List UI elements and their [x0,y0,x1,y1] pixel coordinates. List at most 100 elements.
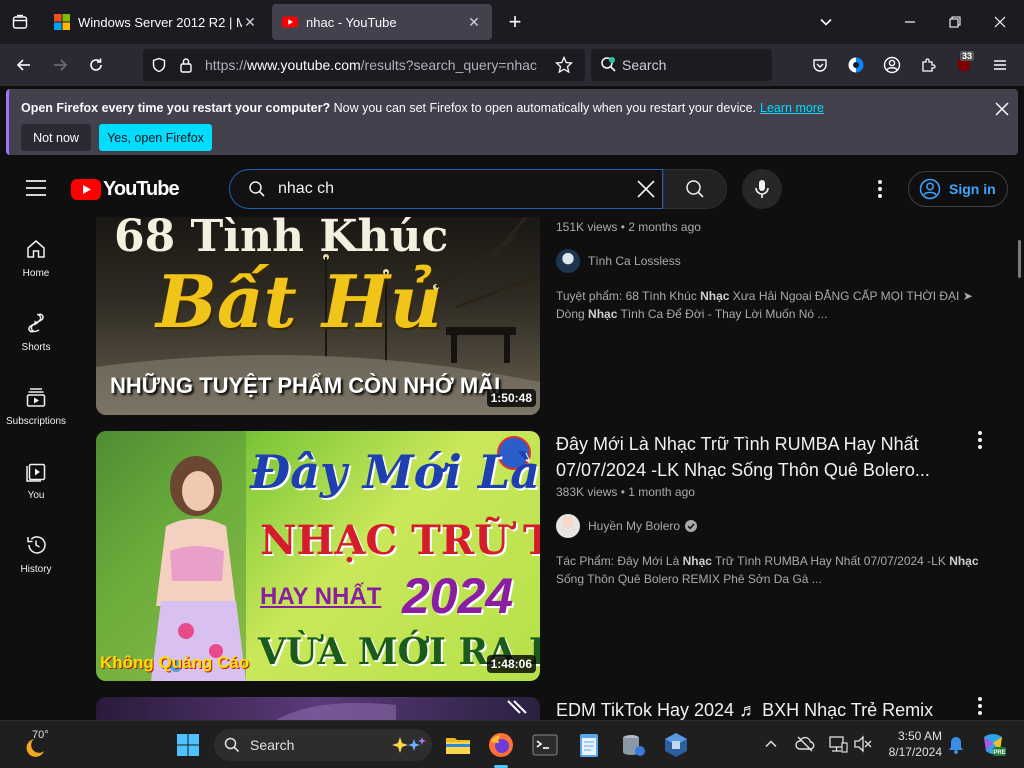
voice-search-button[interactable] [742,169,782,209]
clear-search-icon[interactable] [636,179,656,204]
database-tool-icon[interactable] [619,731,647,759]
video-description: Tuyệt phẩm: 68 Tình Khúc Nhạc Xưa Hải Ng… [556,287,996,323]
video-meta: 151K views • 2 months ago [556,220,701,234]
cloud-offline-icon[interactable] [795,735,815,758]
pocket-icon[interactable] [808,53,832,77]
settings-more-icon[interactable] [870,179,890,199]
virtualbox-icon[interactable] [662,731,690,759]
sidebar-item-subscriptions[interactable]: Subscriptions [0,386,72,427]
sidebar-item-you[interactable]: You [0,460,72,501]
desc-highlight: Nhạc [700,289,730,303]
search-icon [248,180,266,203]
search-bar[interactable]: Search [591,49,772,81]
search-icon [224,737,240,753]
not-now-button[interactable]: Not now [21,124,91,151]
sign-in-button[interactable]: Sign in [908,171,1008,207]
video-thumbnail[interactable] [96,697,540,720]
close-window-icon[interactable] [988,10,1012,34]
search-button[interactable] [663,169,727,209]
video-title[interactable]: EDM TikTok Hay 2024 ♬ BXH Nhạc Trẻ Remix [556,697,946,720]
tab-youtube[interactable]: nhac - YouTube ✕ [272,4,492,40]
sparkle-icon [392,737,426,753]
extension-badge: 33 [960,51,975,61]
video-thumbnail[interactable]: 68 Tình Khúc Bất Hủ NHỮNG TUYỆT PHẨM CÒN… [96,217,540,415]
youtube-search-input[interactable]: nhac ch [229,169,663,209]
dark-reader-icon[interactable] [844,53,868,77]
channel-link[interactable]: Tình Ca Lossless [556,249,681,273]
url-scheme: https:// [205,57,248,73]
channel-name: Tình Ca Lossless [588,254,681,268]
close-tab-icon[interactable]: ✕ [466,14,482,31]
yes-open-firefox-button[interactable]: Yes, open Firefox [99,124,212,151]
desc-text: Tình Ca Để Đời - Thay Lời Muốn Nó ... [617,307,828,321]
channel-name: Huyền My Bolero [588,519,681,533]
lock-icon[interactable] [179,57,193,78]
guide-menu-icon[interactable] [24,178,48,203]
forward-icon[interactable] [48,53,72,77]
restore-icon[interactable] [943,10,967,34]
navigation-toolbar: https://www.youtube.com/results?search_q… [0,44,1024,86]
youtube-favicon-icon [282,14,298,30]
youtube-logo[interactable]: YouTube [71,178,180,201]
sidebar-item-label: Subscriptions [5,416,67,427]
home-icon [27,240,45,258]
sidebar-item-label: You [27,490,45,501]
tab-title: nhac - YouTube [306,14,397,30]
windows-taskbar: 70° Search 3:50 AM 8/17/2024 PRE [0,720,1024,768]
learn-more-link[interactable]: Learn more [760,101,824,115]
notification-title: Open Firefox every time you restart your… [21,101,331,115]
new-tab-icon[interactable]: + [503,9,527,34]
thumbnail-tag: Không Quảng Cáo [100,653,250,672]
tab-title: Windows Server 2012 R2 | Micros [78,14,242,30]
taskbar-search-box[interactable]: Search [214,729,432,761]
video-title[interactable]: Đây Mới Là Nhạc Trữ Tình RUMBA Hay Nhất … [556,431,946,483]
channel-link[interactable]: Huyền My Bolero [556,514,698,538]
clock[interactable]: 3:50 AM 8/17/2024 [882,728,942,760]
sidebar-item-history[interactable]: History [0,534,72,575]
show-hidden-icons-chevron-icon[interactable] [764,737,778,756]
clock-date: 8/17/2024 [888,745,942,759]
scrollbar-thumb[interactable] [1018,240,1021,278]
notepad-icon[interactable] [575,731,603,759]
search-icon [686,180,704,198]
you-icon [26,463,46,482]
network-icon[interactable] [828,734,848,759]
desc-text: Tuyệt phẩm: 68 Tình Khúc [556,289,701,303]
tab-windows-server[interactable]: Windows Server 2012 R2 | Micros ✕ [44,4,268,40]
back-icon[interactable] [12,53,36,77]
tracking-protection-icon[interactable] [151,57,167,78]
reload-icon[interactable] [84,53,108,77]
user-circle-icon [919,178,941,200]
video-more-icon[interactable] [970,430,990,450]
bookmark-star-icon[interactable] [554,55,574,79]
file-explorer-icon[interactable] [444,731,472,759]
minimize-icon[interactable] [898,10,922,34]
youtube-logo-text: YouTube [103,178,180,200]
channel-avatar [556,514,580,538]
sign-in-label: Sign in [949,181,996,197]
history-icon [27,536,46,554]
tab-overview-icon[interactable] [8,10,32,34]
sidebar-item-home[interactable]: Home [0,238,72,279]
sidebar-item-shorts[interactable]: Shorts [0,312,72,353]
start-icon[interactable] [176,733,200,762]
close-tab-icon[interactable]: ✕ [242,14,258,31]
close-notification-icon[interactable] [992,99,1012,119]
address-bar[interactable]: https://www.youtube.com/results?search_q… [143,49,585,81]
search-engine-icon[interactable] [600,56,618,79]
terminal-icon[interactable] [531,731,559,759]
desc-highlight: Nhạc [682,554,712,568]
volume-muted-icon[interactable] [853,735,873,758]
notification-bar: Open Firefox every time you restart your… [6,89,1018,155]
account-icon[interactable] [880,53,904,77]
menu-hamburger-icon[interactable] [988,53,1012,77]
video-more-icon[interactable] [970,696,990,716]
tab-list-chevron-icon[interactable] [814,10,838,34]
extensions-icon[interactable] [916,53,940,77]
taskbar-search-label: Search [250,737,295,753]
notification-bell-icon[interactable] [948,736,964,759]
firefox-icon[interactable] [487,731,515,759]
copilot-icon[interactable]: PRE [980,733,1006,762]
weather-widget[interactable]: 70° [18,727,58,763]
video-thumbnail[interactable]: Đây Mới Là NHẠC TRỮ TÌNH HAY NHẤT 2024 V… [96,431,540,681]
